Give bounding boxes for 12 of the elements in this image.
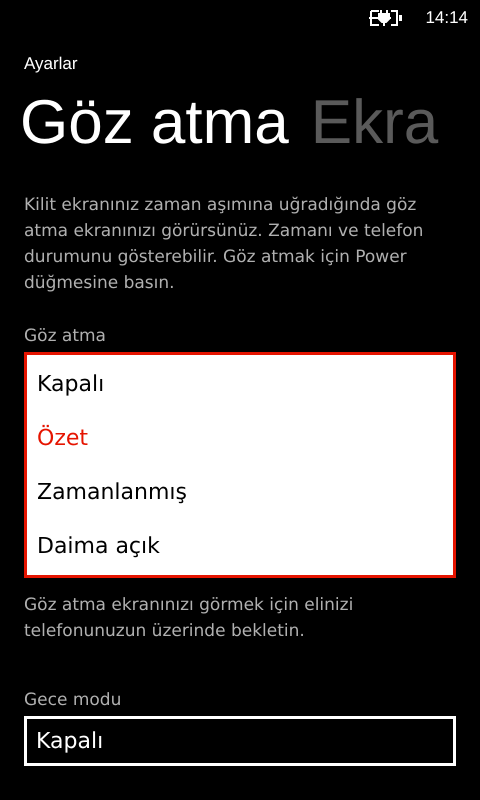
glance-label: Göz atma [24, 326, 107, 346]
night-mode-label: Gece modu [24, 690, 122, 710]
clock-time: 14:14 [425, 8, 468, 28]
pivot-tab[interactable]: Göz atma [20, 82, 289, 164]
glance-option[interactable]: Daima açık [27, 519, 453, 573]
glance-option[interactable]: Kapalı [27, 357, 453, 411]
glance-option[interactable]: Özet [27, 411, 453, 465]
hint-text: Göz atma ekranınızı görmek için elinizi telefonunuzun üzerinde bekletin. [24, 594, 354, 643]
app-title: Ayarlar [24, 54, 79, 74]
glance-option[interactable]: Zamanlanmış [27, 465, 453, 519]
night-mode-picker[interactable]: Kapalı [24, 716, 456, 766]
description-text: Kilit ekranınız zaman aşımına uğradığında göz atma ekranınızı görürsünüz. Zamanı ve telefon durumunu gösterebilir. Göz atmak için Power düğmesine basın. [24, 194, 424, 295]
